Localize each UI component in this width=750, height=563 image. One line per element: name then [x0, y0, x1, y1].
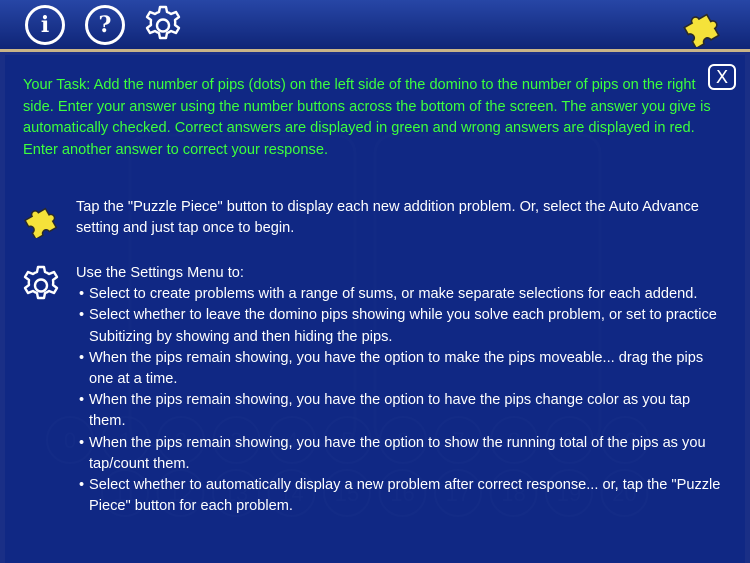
settings-intro: Use the Settings Menu to:: [76, 265, 244, 281]
top-toolbar: i ?: [0, 0, 750, 52]
settings-instructions: Use the Settings Menu to: Select to crea…: [76, 263, 726, 517]
help-button[interactable]: ?: [85, 5, 125, 45]
info-button[interactable]: i: [25, 5, 65, 45]
new-problem-puzzle-button[interactable]: [680, 5, 726, 47]
settings-list-item: When the pips remain showing, you have t…: [76, 348, 726, 390]
settings-list-item: When the pips remain showing, you have t…: [76, 433, 726, 475]
puzzle-instructions: Tap the "Puzzle Piece" button to display…: [76, 199, 699, 237]
settings-list-item: Select to create problems with a range o…: [76, 284, 726, 305]
settings-list-item: Select whether to automatically display …: [76, 475, 726, 517]
info-icon: i: [40, 12, 50, 38]
help-icon: ?: [98, 12, 112, 38]
gear-icon: [23, 265, 59, 300]
gear-icon: [145, 5, 181, 40]
settings-list-item: Select whether to leave the domino pips …: [76, 305, 726, 347]
settings-list: Select to create problems with a range o…: [76, 284, 726, 517]
close-icon: X: [715, 66, 729, 88]
help-panel: X Your Task: Add the number of pips (dot…: [5, 55, 745, 563]
settings-list-item: When the pips remain showing, you have t…: [76, 390, 726, 432]
task-instructions: Your Task: Add the number of pips (dots)…: [23, 77, 711, 158]
settings-gear-button[interactable]: [141, 4, 185, 48]
puzzle-icon: [683, 13, 720, 47]
puzzle-icon: [24, 207, 58, 238]
